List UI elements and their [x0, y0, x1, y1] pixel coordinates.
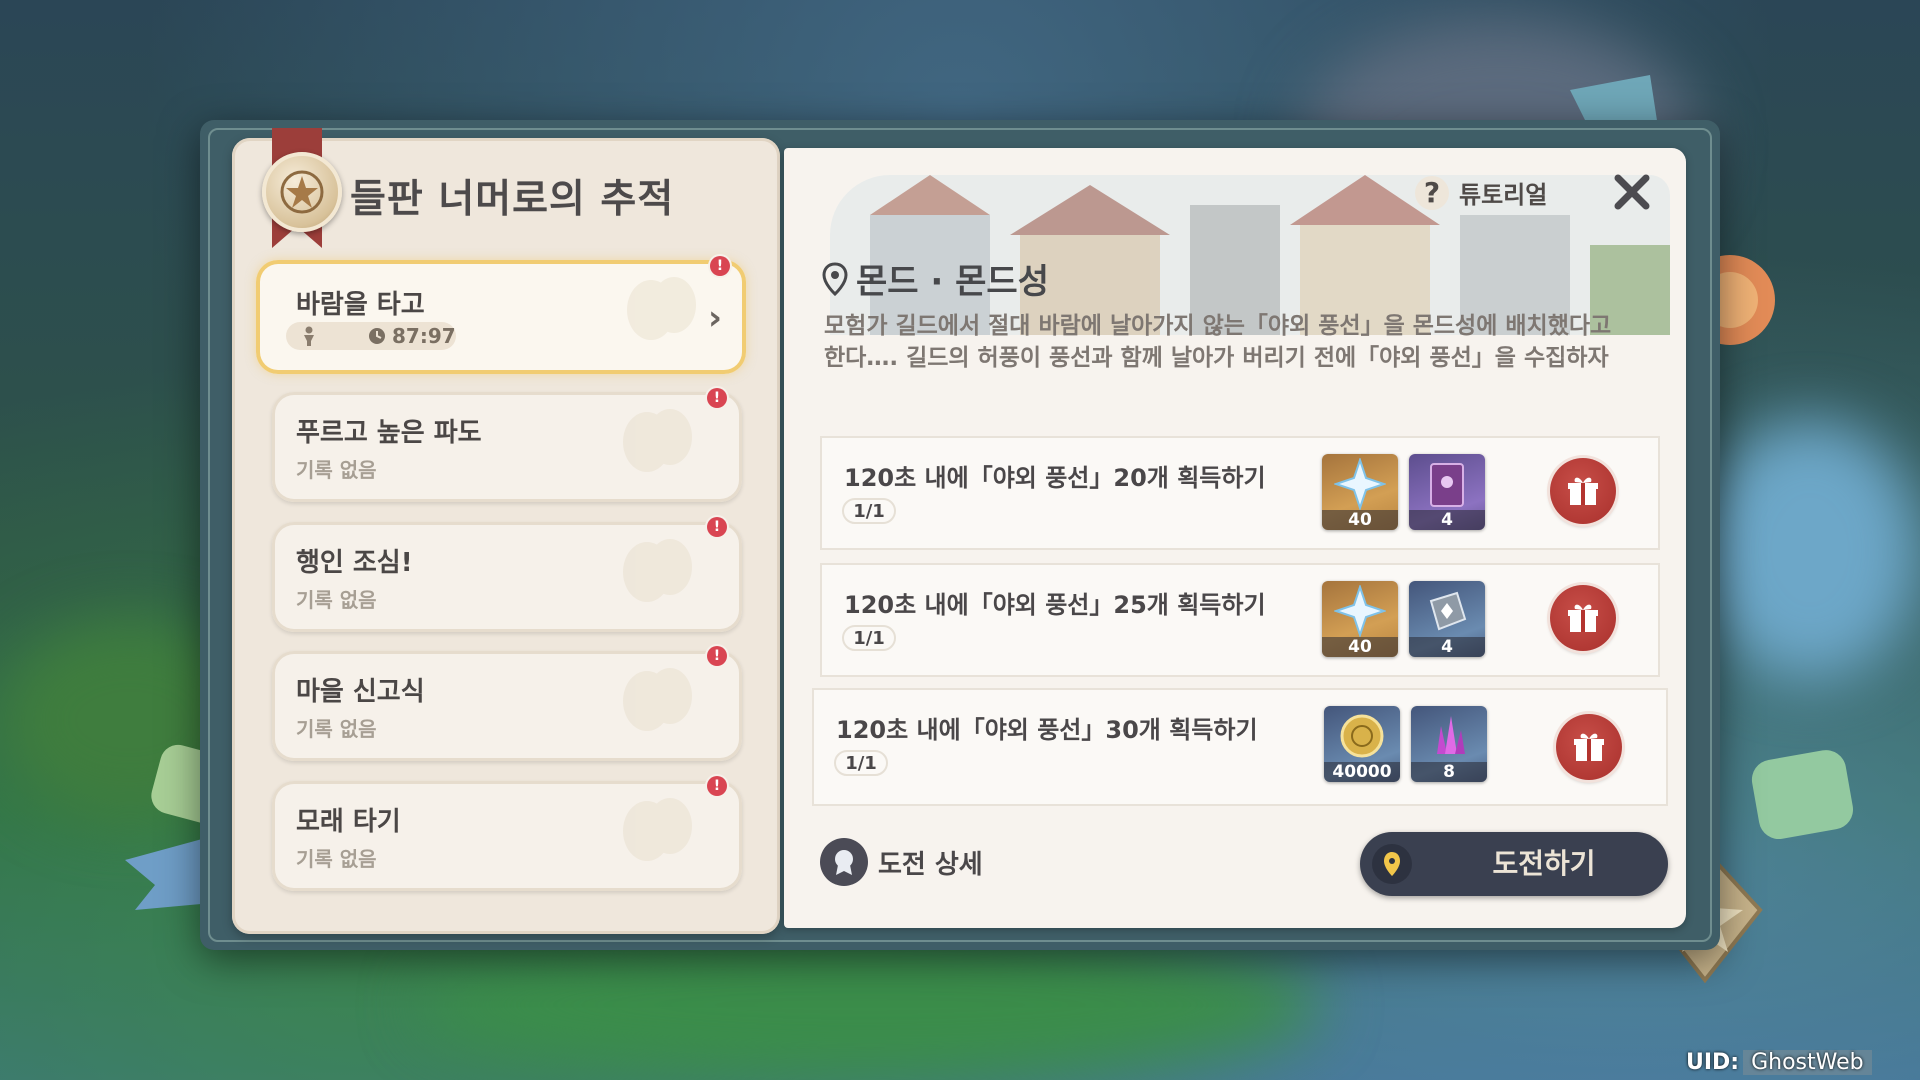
- reward-quantity: 40: [1322, 510, 1398, 530]
- challenge-record: 기록 없음: [296, 717, 377, 741]
- start-challenge-label: 도전하기: [1492, 847, 1596, 880]
- claim-reward-button[interactable]: [1550, 458, 1616, 524]
- balloon-decoration-icon: [623, 409, 692, 472]
- challenge-name: 바람을 타고: [296, 290, 425, 320]
- challenge-name: 마을 신고식: [296, 677, 425, 707]
- challenge-record: 기록 없음: [296, 588, 377, 612]
- challenge-details-label: 도전 상세: [878, 849, 983, 880]
- tutorial-label: 튜토리얼: [1459, 181, 1548, 209]
- mystic-ore-icon: [1429, 591, 1467, 631]
- alert-icon: !: [707, 646, 727, 666]
- goal-row: 120초 내에「야외 풍선」30개 획득하기 1/1 40000 8: [812, 688, 1668, 806]
- location-pin-icon: [822, 261, 848, 296]
- uid-value: GhostWeb: [1743, 1050, 1872, 1075]
- challenge-item-watch-out-pedestrians[interactable]: 행인 조심! 기록 없음: [272, 522, 742, 632]
- challenge-item-riding-the-wind[interactable]: 바람을 타고 87:97 ›: [256, 260, 746, 374]
- chevron-right-icon: ›: [707, 298, 722, 338]
- alert-icon: !: [710, 256, 730, 276]
- goal-text: 120초 내에「야외 풍선」30개 획득하기: [836, 716, 1258, 744]
- goal-row: 120초 내에「야외 풍선」20개 획득하기 1/1 40 4: [820, 436, 1660, 550]
- goal-row: 120초 내에「야외 풍선」25개 획득하기 1/1 40 4: [820, 563, 1660, 677]
- reward-item[interactable]: 40: [1322, 581, 1398, 657]
- challenge-name: 행인 조심!: [296, 548, 413, 578]
- challenge-details-button[interactable]: 도전 상세: [820, 838, 983, 886]
- clock-icon: [369, 328, 385, 344]
- event-title: 들판 너머로의 추적: [350, 177, 675, 222]
- reward-quantity: 40: [1322, 637, 1398, 657]
- reward-quantity: 8: [1411, 762, 1487, 782]
- challenge-name: 모래 타기: [296, 807, 401, 837]
- location-pin-icon: [1372, 844, 1412, 884]
- balloon-decoration-icon: [623, 539, 692, 602]
- person-icon: [304, 326, 314, 346]
- gift-icon: [1574, 733, 1604, 761]
- reward-item[interactable]: 40000: [1324, 706, 1400, 782]
- primogem-icon: [1334, 585, 1386, 637]
- goal-progress: 1/1: [842, 625, 896, 651]
- best-time: 87:97: [362, 322, 466, 350]
- claim-reward-button[interactable]: [1550, 585, 1616, 651]
- mora-coin-icon: [1340, 714, 1384, 758]
- gift-icon: [1568, 477, 1598, 505]
- close-icon: [1614, 174, 1650, 210]
- balloon-decoration-icon: [623, 668, 692, 731]
- best-time-value: 87:97: [392, 324, 456, 348]
- reward-item[interactable]: 4: [1409, 454, 1485, 530]
- close-button[interactable]: [1610, 170, 1654, 214]
- challenge-record: 기록 없음: [296, 458, 377, 482]
- gift-icon: [1568, 604, 1598, 632]
- heros-wit-book-icon: [1430, 463, 1464, 507]
- uid-watermark: UID: GhostWeb: [1686, 1050, 1872, 1075]
- alert-icon: !: [707, 776, 727, 796]
- reward-quantity: 4: [1409, 637, 1485, 657]
- uid-label: UID:: [1686, 1050, 1740, 1075]
- location-heading: 몬드 · 몬드성: [822, 254, 1049, 303]
- claim-reward-button[interactable]: [1556, 714, 1622, 780]
- challenge-item-sand-riding[interactable]: 모래 타기 기록 없음: [272, 781, 742, 891]
- balloon-decoration-icon: [623, 798, 692, 861]
- event-emblem-icon: [262, 152, 342, 232]
- challenge-name: 푸르고 높은 파도: [296, 418, 482, 448]
- primogem-icon: [1334, 458, 1386, 510]
- location-name: 몬드 · 몬드성: [856, 262, 1049, 302]
- question-icon: ?: [1415, 175, 1449, 210]
- goal-progress: 1/1: [834, 750, 888, 776]
- goal-text: 120초 내에「야외 풍선」20개 획득하기: [844, 464, 1266, 492]
- reward-item[interactable]: 40: [1322, 454, 1398, 530]
- tutorial-button[interactable]: ? 튜토리얼: [1415, 175, 1547, 210]
- reward-quantity: 40000: [1324, 762, 1400, 782]
- reward-quantity: 4: [1409, 510, 1485, 530]
- challenge-item-village-initiation[interactable]: 마을 신고식 기록 없음: [272, 651, 742, 761]
- medal-icon: [820, 838, 868, 886]
- reward-item[interactable]: 8: [1411, 706, 1487, 782]
- alert-icon: !: [707, 388, 727, 408]
- challenge-description: 모험가 길드에서 절대 바람에 날아가지 않는「야외 풍선」을 몬드성에 배치했…: [824, 313, 1612, 371]
- right-pillow-decoration: [1751, 750, 1854, 840]
- reward-item[interactable]: 4: [1409, 581, 1485, 657]
- challenge-item-blue-high-waves[interactable]: 푸르고 높은 파도 기록 없음: [272, 392, 742, 502]
- alert-icon: !: [707, 517, 727, 537]
- start-challenge-button[interactable]: 도전하기: [1360, 832, 1668, 896]
- crystal-icon: [1437, 716, 1465, 754]
- challenge-record: 기록 없음: [296, 847, 377, 871]
- record-info: 87:97: [286, 322, 718, 350]
- goal-progress: 1/1: [842, 498, 896, 524]
- goal-text: 120초 내에「야외 풍선」25개 획득하기: [844, 591, 1266, 619]
